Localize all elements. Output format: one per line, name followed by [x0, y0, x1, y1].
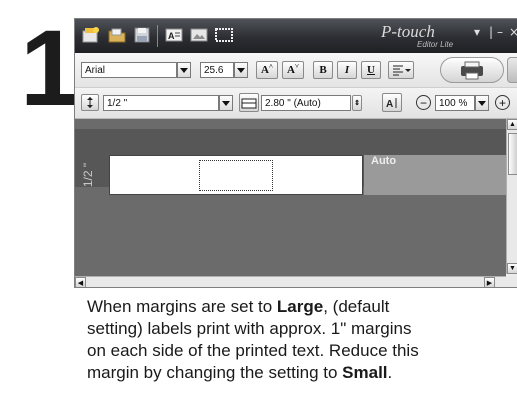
caption-emphasis-small: Small — [342, 363, 388, 382]
zoom-out-button[interactable]: − — [416, 95, 431, 110]
align-left-icon — [393, 65, 411, 76]
down-mark-icon: ˅ — [294, 62, 299, 70]
horizontal-scrollbar[interactable]: ◀ ▶ — [75, 276, 506, 287]
scroll-right-icon[interactable]: ▶ — [484, 277, 495, 287]
print-button[interactable] — [440, 57, 504, 83]
italic-button[interactable]: I — [337, 61, 357, 79]
label-canvas: 1/2 " Auto — [75, 119, 506, 276]
tape-width-indicator: 1/2 " — [75, 153, 101, 197]
shrink-font-label: A — [287, 64, 295, 76]
zoom-field[interactable]: 100 % — [435, 95, 475, 111]
zoom-dropdown[interactable] — [475, 95, 489, 111]
up-mark-icon: ˄ — [268, 62, 273, 70]
font-name-dropdown[interactable] — [177, 62, 191, 78]
tape-width-icon — [87, 97, 93, 108]
text-object-placeholder[interactable] — [199, 160, 273, 191]
label-length-button[interactable] — [239, 93, 259, 112]
step-number: 1 — [20, 7, 80, 128]
label-length-field[interactable]: 2.80 " (Auto) — [261, 95, 351, 111]
window-separator: | — [489, 25, 494, 39]
tape-width-button[interactable] — [81, 94, 99, 111]
instruction-text: When margins are set to Large, (default … — [87, 296, 517, 384]
grow-font-label: A — [261, 64, 269, 76]
zoom-in-button[interactable]: + — [495, 95, 510, 110]
insert-frame-icon[interactable] — [214, 26, 234, 44]
length-spinner[interactable]: ⇕ — [352, 95, 362, 111]
caption-line-2: setting) labels print with approx. 1" ma… — [87, 319, 412, 338]
font-size-dropdown[interactable] — [234, 62, 248, 78]
toolbar-separator — [157, 25, 158, 47]
underline-button[interactable]: U — [361, 61, 381, 79]
resize-grip-icon[interactable] — [506, 276, 517, 287]
svg-text:A: A — [386, 99, 393, 110]
bold-button[interactable]: B — [313, 61, 333, 79]
save-icon[interactable] — [132, 26, 152, 44]
new-label-icon[interactable] — [81, 26, 101, 44]
vertical-scroll-thumb[interactable] — [508, 133, 517, 175]
app-brand-logo: P-touch — [381, 22, 435, 41]
title-bar: A P-touch Editor Lite ▾ | – × — [75, 19, 517, 53]
minimize-icon[interactable]: – — [497, 25, 503, 39]
label-length-icon — [241, 98, 257, 108]
length-mode-label: Auto — [371, 155, 397, 167]
caption-emphasis-large: Large — [276, 297, 324, 316]
label-preview[interactable] — [109, 155, 363, 195]
scroll-down-icon[interactable]: ▼ — [507, 263, 517, 274]
p-touch-editor-window: A P-touch Editor Lite ▾ | – × Arial 25.6… — [74, 18, 517, 288]
caption-line-1: When margins are set to Large, (default — [87, 296, 517, 318]
layout-toolbar: 1/2 " 2.80 " (Auto) ⇕ A − 100 % + — [75, 88, 517, 119]
tape-width-indicator-text: 1/2 " — [81, 162, 95, 188]
menu-chevron-icon[interactable]: ▾ — [474, 25, 480, 39]
vertical-scrollbar[interactable]: ▲ ▼ — [506, 119, 517, 274]
tape-width-dropdown[interactable] — [219, 95, 233, 111]
scroll-left-icon[interactable]: ◀ — [75, 277, 86, 287]
printer-icon — [461, 61, 483, 80]
open-folder-icon[interactable] — [107, 26, 127, 44]
caption-text: When margins are set to — [87, 297, 277, 316]
close-icon[interactable]: × — [509, 25, 517, 39]
font-toolbar: Arial 25.6 A ˄ A ˅ B I U — [75, 53, 517, 88]
grow-font-button[interactable]: A ˄ — [256, 61, 278, 79]
insert-text-icon[interactable]: A — [164, 26, 184, 44]
svg-text:A: A — [168, 31, 175, 41]
shrink-font-button[interactable]: A ˅ — [282, 61, 304, 79]
print-options-dropdown[interactable] — [507, 57, 517, 83]
caption-text: , (default — [323, 297, 390, 316]
font-size-field[interactable]: 25.6 — [200, 62, 234, 78]
align-button[interactable] — [388, 61, 414, 79]
caption-text: . — [387, 363, 393, 382]
caption-text: margin by changing the setting to — [87, 363, 343, 382]
font-name-field[interactable]: Arial — [81, 62, 177, 78]
app-brand-subtitle: Editor Lite — [417, 40, 454, 49]
insert-image-icon[interactable] — [189, 26, 209, 44]
text-direction-icon: A — [386, 97, 397, 110]
scroll-up-icon[interactable]: ▲ — [507, 119, 517, 130]
caption-line-4: margin by changing the setting to Small. — [87, 362, 517, 384]
caption-line-3: on each side of the printed text. Reduce… — [87, 341, 419, 360]
tape-width-field[interactable]: 1/2 " — [103, 95, 219, 111]
text-direction-button[interactable]: A — [382, 93, 402, 112]
